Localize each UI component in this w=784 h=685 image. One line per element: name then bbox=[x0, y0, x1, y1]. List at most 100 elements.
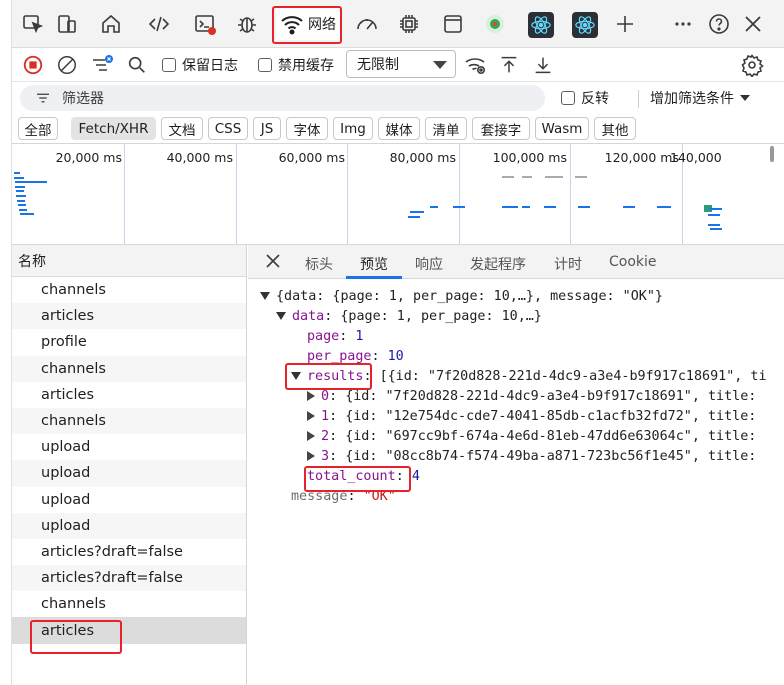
lighthouse-icon[interactable] bbox=[480, 8, 510, 40]
json-results-line[interactable]: results: [{id: "7f20d828-221d-4dc9-a3e4-… bbox=[291, 367, 767, 387]
json-data-line[interactable]: data: {page: 1, per_page: 10,…} bbox=[276, 307, 542, 327]
type-filter-fetch-xhr[interactable]: Fetch/XHR bbox=[71, 117, 156, 140]
request-row[interactable]: articles bbox=[12, 382, 246, 408]
expand-arrow-icon[interactable] bbox=[307, 451, 315, 461]
json-item-line[interactable]: 3: {id: "08cc8b74-f574-49ba-a871-723bc56… bbox=[307, 447, 756, 467]
upload-icon bbox=[501, 56, 517, 73]
device-icon[interactable] bbox=[52, 8, 82, 40]
clear-button[interactable] bbox=[56, 53, 78, 77]
checkbox-box[interactable] bbox=[561, 91, 575, 105]
timeline-overview[interactable]: 20,000 ms 40,000 ms 60,000 ms 80,000 ms … bbox=[12, 143, 784, 245]
expand-arrow-icon[interactable] bbox=[291, 372, 301, 380]
type-filter-other[interactable]: 其他 bbox=[594, 117, 636, 140]
record-button[interactable] bbox=[22, 53, 44, 77]
request-row[interactable]: channels bbox=[12, 407, 246, 435]
timeline-gridline bbox=[236, 144, 237, 244]
type-filter-media[interactable]: 媒体 bbox=[378, 117, 420, 140]
timeline-mark bbox=[15, 181, 47, 183]
close-icon[interactable] bbox=[264, 252, 282, 270]
timeline-gridline bbox=[459, 144, 460, 244]
type-filter-doc[interactable]: 文档 bbox=[161, 117, 203, 140]
request-row[interactable]: upload bbox=[12, 434, 246, 460]
filter-input[interactable]: 筛选器 bbox=[20, 85, 545, 111]
timeline-mark bbox=[14, 177, 24, 179]
request-row[interactable]: articles bbox=[12, 303, 246, 330]
type-filter-js[interactable]: JS bbox=[253, 117, 281, 140]
type-filter-css[interactable]: CSS bbox=[208, 117, 248, 140]
request-row[interactable]: articles?draft=false bbox=[12, 539, 246, 565]
json-root-line[interactable]: {data: {page: 1, per_page: 10,…}, messag… bbox=[260, 287, 663, 307]
filter-settings-button[interactable] bbox=[90, 53, 114, 77]
search-button[interactable] bbox=[126, 53, 148, 77]
import-har-button[interactable] bbox=[498, 53, 520, 77]
help-icon[interactable] bbox=[704, 8, 734, 40]
code-icon[interactable] bbox=[144, 8, 174, 40]
request-row[interactable]: upload bbox=[12, 460, 246, 487]
expand-arrow-icon[interactable] bbox=[260, 292, 270, 300]
json-key: results bbox=[307, 369, 364, 384]
chip-icon[interactable] bbox=[394, 8, 424, 40]
tab-preview[interactable]: 预览 bbox=[360, 254, 388, 274]
request-row[interactable]: upload bbox=[12, 487, 246, 513]
more-filters-label: 增加筛选条件 bbox=[650, 91, 734, 107]
more-filters-dropdown[interactable]: 增加筛选条件 bbox=[650, 88, 750, 108]
more-icon[interactable] bbox=[668, 8, 698, 40]
timeline-mark bbox=[544, 206, 556, 208]
type-filter-font[interactable]: 字体 bbox=[286, 117, 328, 140]
expand-arrow-icon[interactable] bbox=[276, 312, 286, 320]
tab-cookies[interactable]: Cookie bbox=[609, 254, 657, 270]
request-row[interactable]: channels bbox=[12, 277, 246, 303]
type-filter-manifest[interactable]: 清单 bbox=[425, 117, 467, 140]
throttling-select[interactable]: 无限制 bbox=[346, 50, 456, 78]
checkbox-box[interactable] bbox=[258, 58, 272, 72]
home-icon[interactable] bbox=[96, 8, 126, 40]
window-icon[interactable] bbox=[438, 8, 468, 40]
plus-icon[interactable] bbox=[610, 8, 640, 40]
timeline-mark bbox=[19, 209, 27, 211]
timeline-mark bbox=[522, 206, 530, 208]
timeline-gridline bbox=[570, 144, 571, 244]
timeline-mark bbox=[708, 224, 720, 226]
checkbox-box[interactable] bbox=[162, 58, 176, 72]
divider bbox=[638, 90, 639, 108]
expand-arrow-icon[interactable] bbox=[307, 431, 315, 441]
invert-checkbox[interactable]: 反转 bbox=[561, 88, 609, 108]
json-page-line: page: 1 bbox=[307, 329, 364, 344]
console-icon[interactable] bbox=[190, 8, 220, 40]
type-filter-all[interactable]: 全部 bbox=[18, 117, 58, 140]
tab-timing[interactable]: 计时 bbox=[554, 254, 582, 274]
close-icon[interactable] bbox=[738, 8, 768, 40]
json-item-line[interactable]: 0: {id: "7f20d828-221d-4dc9-a3e4-b9f917c… bbox=[307, 387, 756, 407]
request-row[interactable]: articles?draft=false bbox=[12, 565, 246, 592]
request-row[interactable]: channels bbox=[12, 355, 246, 382]
preserve-log-checkbox[interactable]: 保留日志 bbox=[162, 53, 238, 77]
column-header-name[interactable]: 名称 bbox=[12, 245, 246, 277]
json-item-line[interactable]: 1: {id: "12e754dc-cde7-4041-85db-c1acfb3… bbox=[307, 407, 756, 427]
network-conditions-button[interactable] bbox=[464, 53, 488, 77]
disable-cache-checkbox[interactable]: 禁用缓存 bbox=[258, 53, 334, 77]
timeline-scrollbar[interactable] bbox=[770, 146, 774, 162]
performance-icon[interactable] bbox=[352, 8, 382, 40]
json-item-line[interactable]: 2: {id: "697cc9bf-674a-4e6d-81eb-47dd6e6… bbox=[307, 427, 756, 447]
network-settings-button[interactable] bbox=[740, 53, 764, 77]
react-components-icon[interactable] bbox=[528, 12, 554, 38]
request-row[interactable]: channels bbox=[12, 591, 246, 617]
expand-arrow-icon[interactable] bbox=[307, 411, 315, 421]
expand-arrow-icon[interactable] bbox=[307, 391, 315, 401]
request-row[interactable]: upload bbox=[12, 512, 246, 539]
tab-response[interactable]: 响应 bbox=[415, 254, 443, 274]
react-profiler-icon[interactable] bbox=[572, 12, 598, 38]
type-filter-socket[interactable]: 套接字 bbox=[472, 117, 530, 140]
request-row[interactable]: profile bbox=[12, 329, 246, 355]
json-item-summary: {id: "7f20d828-221d-4dc9-a3e4-b9f917c186… bbox=[345, 389, 757, 404]
tab-network[interactable]: 网络 bbox=[276, 8, 342, 40]
bug-icon[interactable] bbox=[232, 8, 262, 40]
inspect-icon[interactable] bbox=[18, 8, 48, 40]
request-row-selected[interactable]: articles bbox=[12, 617, 246, 644]
search-icon bbox=[128, 56, 145, 73]
export-har-button[interactable] bbox=[532, 53, 554, 77]
tab-headers[interactable]: 标头 bbox=[305, 254, 333, 274]
type-filter-img[interactable]: Img bbox=[333, 117, 373, 140]
tab-initiator[interactable]: 发起程序 bbox=[470, 254, 526, 274]
type-filter-wasm[interactable]: Wasm bbox=[535, 117, 589, 140]
